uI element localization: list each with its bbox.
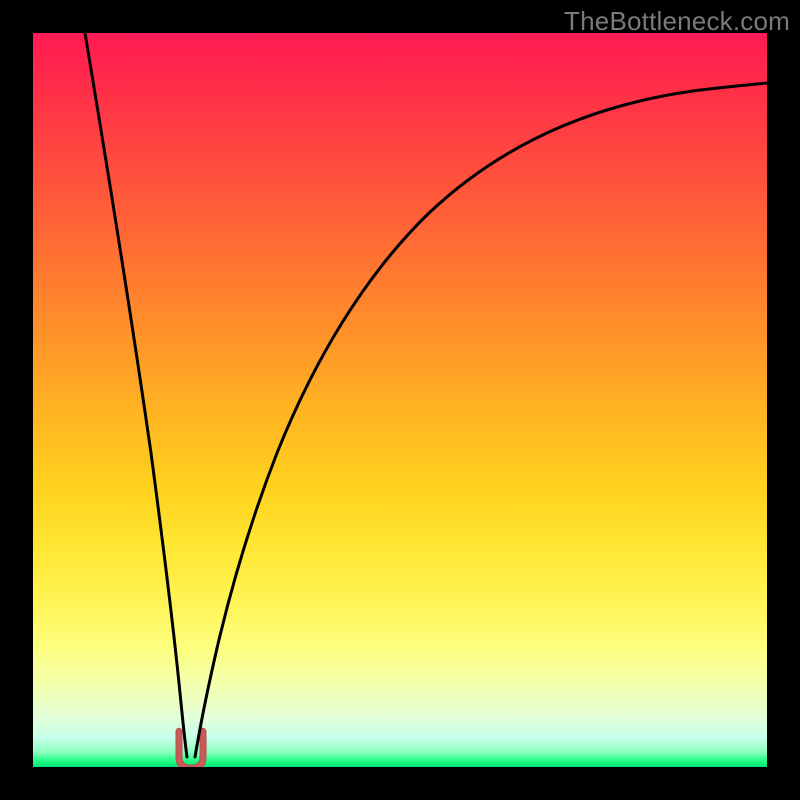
trough-marker [176, 728, 206, 767]
bottleneck-curve-right [195, 83, 767, 757]
bottleneck-curve-left [85, 33, 187, 757]
plot-area [33, 33, 767, 767]
watermark-text: TheBottleneck.com [564, 6, 790, 37]
curve-layer [33, 33, 767, 767]
chart-stage: TheBottleneck.com [0, 0, 800, 800]
